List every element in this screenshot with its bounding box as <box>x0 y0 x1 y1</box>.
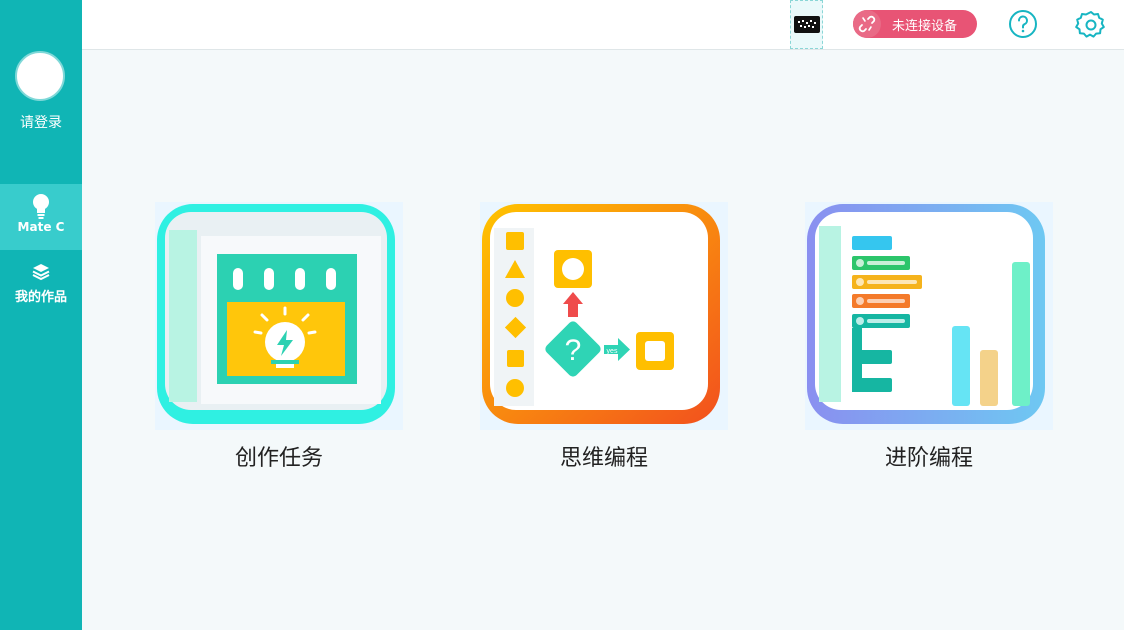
top-bar: 未连接设备 <box>82 0 1124 50</box>
decision-question-mark: ? <box>565 334 582 367</box>
avatar[interactable] <box>15 51 65 101</box>
decision-yes-label: yes <box>607 348 618 355</box>
card-create-task[interactable]: 创作任务 <box>155 202 403 472</box>
card-title: 进阶编程 <box>884 446 973 471</box>
sidebar-item-mate-c[interactable]: Mate C <box>0 184 82 250</box>
sidebar-item-my-works[interactable]: 我的作品 <box>0 252 82 318</box>
sidebar-item-label: Mate C <box>17 220 65 234</box>
card-title: 创作任务 <box>234 446 323 471</box>
device-preview-icon <box>794 16 820 33</box>
lightbulb-icon <box>33 194 49 219</box>
card-title: 思维编程 <box>559 446 648 471</box>
connection-status-button[interactable]: 未连接设备 <box>853 10 977 38</box>
connection-status-label: 未连接设备 <box>892 19 958 34</box>
sidebar-item-label: 我的作品 <box>14 290 67 305</box>
code-blocks-icon <box>805 202 1053 430</box>
unlink-icon <box>853 10 881 38</box>
card-advanced-programming[interactable]: 进阶编程 <box>805 202 1053 472</box>
card-thinking-programming[interactable]: ? yes 思维编程 <box>480 202 728 472</box>
device-preview[interactable] <box>790 0 823 49</box>
layers-icon <box>32 264 50 281</box>
lightbulb-calendar-icon <box>155 202 403 430</box>
flowchart-icon: ? yes <box>480 202 728 430</box>
gear-icon[interactable] <box>1075 9 1107 41</box>
sidebar: 请登录 Mate C 我的作品 <box>0 0 82 630</box>
help-icon[interactable] <box>1008 9 1038 39</box>
login-link[interactable]: 请登录 <box>0 112 82 132</box>
